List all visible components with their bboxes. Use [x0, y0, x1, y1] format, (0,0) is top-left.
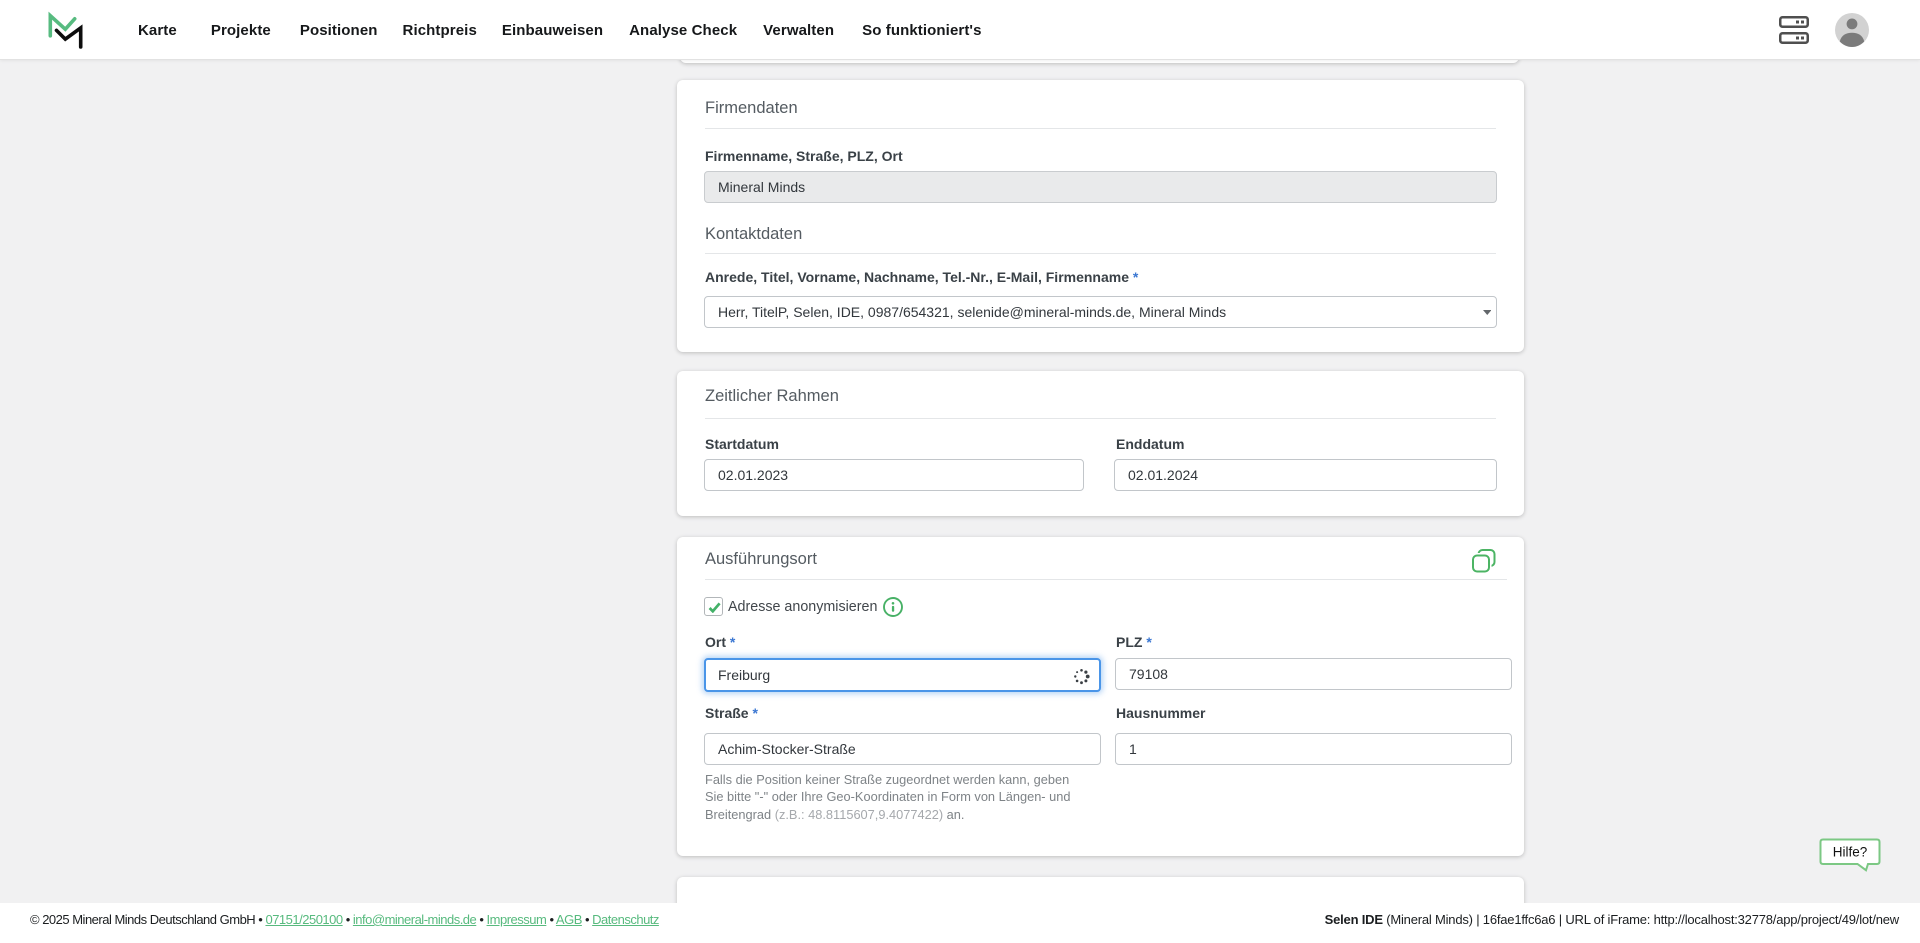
svg-text:Hilfe?: Hilfe? — [1833, 845, 1868, 860]
